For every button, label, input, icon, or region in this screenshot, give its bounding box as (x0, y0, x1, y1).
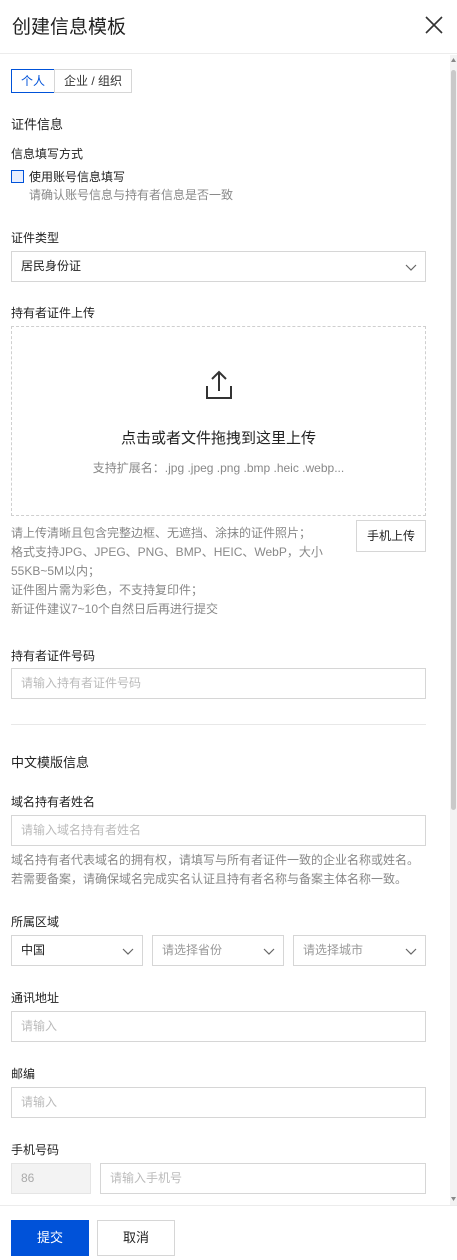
dialog-header: 创建信息模板 (0, 0, 457, 54)
phone-country-code: 86 (11, 1163, 91, 1194)
upload-label: 持有者证件上传 (11, 306, 96, 320)
upload-hint-line: 请上传清晰且包含完整边框、无遮挡、涂抹的证件照片； (11, 526, 312, 540)
form-scroll-area[interactable]: 个人 企业 / 组织 证件信息 信息填写方式 使用账号信息填写 请确认账号信息与… (0, 55, 457, 1205)
region-label: 所属区域 (11, 915, 60, 929)
upload-hint-line: 证件图片需为彩色，不支持复印件； (11, 583, 204, 597)
cancel-button[interactable]: 取消 (97, 1220, 175, 1256)
region-country-value: 中国 (21, 943, 46, 957)
chevron-down-icon (405, 948, 417, 955)
cert-section-title: 证件信息 (11, 117, 64, 132)
tab-personal[interactable]: 个人 (11, 69, 56, 93)
owner-type-tabs: 个人 企业 / 组织 (11, 69, 133, 93)
address-label: 通讯地址 (11, 991, 60, 1005)
postcode-label: 邮编 (11, 1067, 36, 1081)
owner-name-hints: 域名持有者代表域名的拥有权，请填写与所有者证件一致的企业名称或姓名。 若需要备案… (11, 851, 426, 889)
chevron-down-icon (263, 948, 275, 955)
address-input[interactable]: 请输入 (11, 1011, 426, 1042)
template-section-title: 中文模版信息 (11, 755, 90, 770)
chevron-down-icon (122, 948, 134, 955)
cert-type-value: 居民身份证 (21, 259, 82, 273)
upload-hint-line: 格式支持JPG、JPEG、PNG、BMP、HEIC、WebP，大小 (11, 545, 323, 559)
scroll-down-arrow-icon[interactable] (451, 1196, 456, 1202)
submit-button[interactable]: 提交 (11, 1220, 89, 1256)
region-city-select[interactable]: 请选择城市 (293, 935, 426, 966)
region-city-placeholder: 请选择城市 (303, 943, 364, 957)
upload-icon (206, 370, 232, 399)
upload-dropzone[interactable]: 点击或者文件拖拽到这里上传 支持扩展名：.jpg .jpeg .png .bmp… (11, 326, 426, 516)
owner-name-input[interactable]: 请输入域名持有者姓名 (11, 815, 426, 846)
chevron-down-icon (405, 264, 417, 271)
upload-extensions-text: 支持扩展名：.jpg .jpeg .png .bmp .heic .webp..… (92, 461, 345, 475)
region-province-select[interactable]: 请选择省份 (152, 935, 284, 966)
owner-name-hint-line: 域名持有者代表域名的拥有权，请填写与所有者证件一致的企业名称或姓名。 (11, 853, 420, 867)
region-country-select[interactable]: 中国 (11, 935, 143, 966)
scrollbar-thumb[interactable] (451, 70, 456, 810)
phone-input[interactable]: 请输入手机号 (100, 1163, 426, 1194)
use-account-checkbox-label[interactable]: 使用账号信息填写 (29, 168, 125, 185)
postcode-input[interactable]: 请输入 (11, 1087, 426, 1118)
upload-hint-line: 新证件建议7~10个自然日后再进行提交 (11, 602, 219, 616)
dialog-footer: 提交 取消 (0, 1205, 457, 1260)
cert-number-label: 持有者证件号码 (11, 649, 96, 663)
upload-hints: 请上传清晰且包含完整边框、无遮挡、涂抹的证件照片； 格式支持JPG、JPEG、P… (11, 524, 341, 619)
upload-main-text: 点击或者文件拖拽到这里上传 (120, 430, 316, 447)
scroll-up-arrow-icon[interactable] (451, 57, 456, 63)
section-divider (11, 724, 426, 725)
use-account-checkbox[interactable] (11, 170, 24, 183)
phone-label: 手机号码 (11, 1143, 60, 1157)
use-account-checkbox-row[interactable]: 使用账号信息填写 (11, 168, 125, 185)
use-account-hint: 请确认账号信息与持有者信息是否一致 (29, 188, 234, 202)
tab-enterprise[interactable]: 企业 / 组织 (54, 69, 133, 93)
cert-type-select[interactable]: 居民身份证 (11, 251, 426, 282)
owner-name-label: 域名持有者姓名 (11, 795, 96, 809)
owner-name-hint-line: 若需要备案，请确保域名完成实名认证且持有者名称与备案主体名称一致。 (11, 872, 408, 886)
dialog-title: 创建信息模板 (12, 17, 127, 38)
fill-method-label: 信息填写方式 (11, 147, 84, 161)
cert-number-input[interactable]: 请输入持有者证件号码 (11, 668, 426, 699)
upload-hint-line: 55KB~5M以内； (11, 564, 101, 578)
mobile-upload-button[interactable]: 手机上传 (356, 520, 426, 552)
close-icon[interactable] (423, 14, 445, 36)
region-province-placeholder: 请选择省份 (162, 943, 223, 957)
cert-type-label: 证件类型 (11, 231, 60, 245)
